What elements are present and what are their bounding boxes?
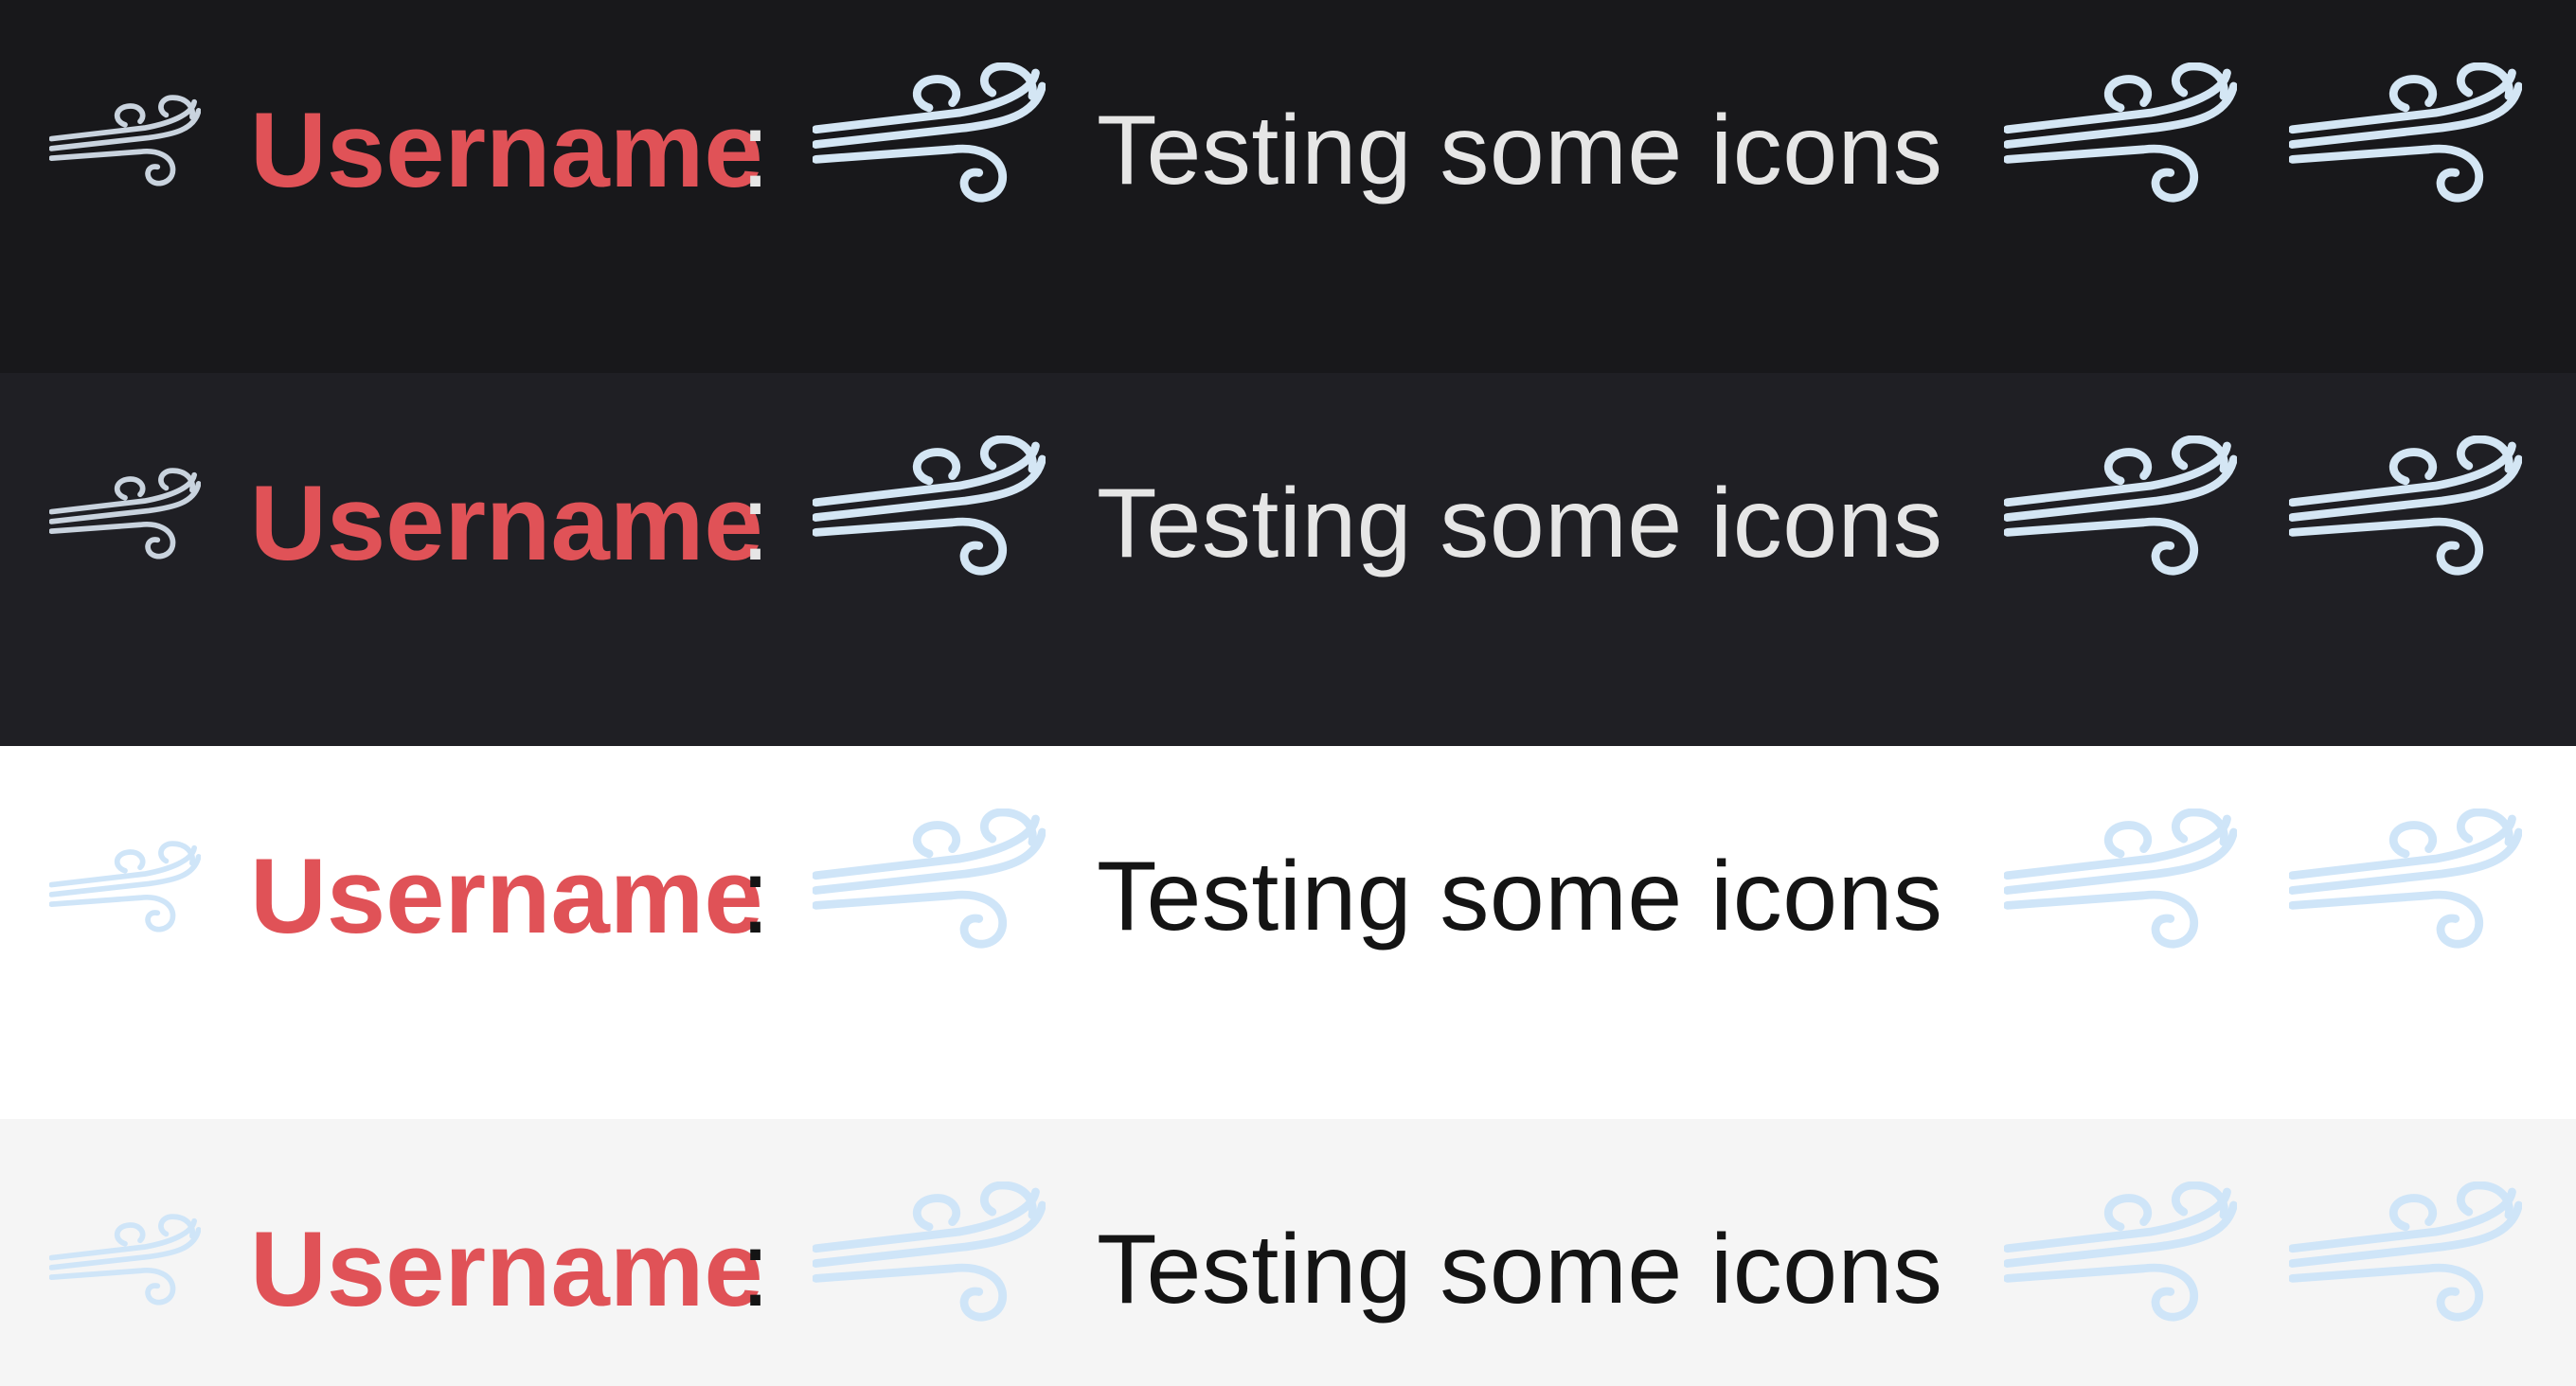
message-row: Username : Testing some icons [0,0,2576,373]
wind-icon [2289,62,2522,206]
username-label[interactable]: Username [250,836,763,957]
username-label[interactable]: Username [250,463,763,584]
message-row: Username : Testing some icons [0,373,2576,746]
wind-icon [813,435,1046,579]
wind-icon [49,468,201,562]
wind-icon [49,95,201,189]
username-colon: : [741,837,771,955]
wind-icon [2004,435,2237,579]
message-text: Testing some icons [1097,1215,1943,1324]
wind-icon [813,1182,1046,1325]
message-row: Username : Testing some icons [0,1119,2576,1386]
wind-icon [2004,1182,2237,1325]
wind-icon [2289,1182,2522,1325]
username-colon: : [741,91,771,209]
message-text: Testing some icons [1097,842,1943,951]
message-row: Username : Testing some icons [0,746,2576,1119]
wind-icon [2004,808,2237,952]
wind-icon [2004,62,2237,206]
message-text: Testing some icons [1097,469,1943,578]
wind-icon [813,808,1046,952]
wind-icon [813,62,1046,206]
username-label[interactable]: Username [250,1209,763,1330]
username-colon: : [741,464,771,582]
message-text: Testing some icons [1097,96,1943,205]
wind-icon [49,841,201,935]
wind-icon [49,1214,201,1308]
wind-icon [2289,808,2522,952]
username-label[interactable]: Username [250,90,763,211]
username-colon: : [741,1210,771,1328]
wind-icon [2289,435,2522,579]
